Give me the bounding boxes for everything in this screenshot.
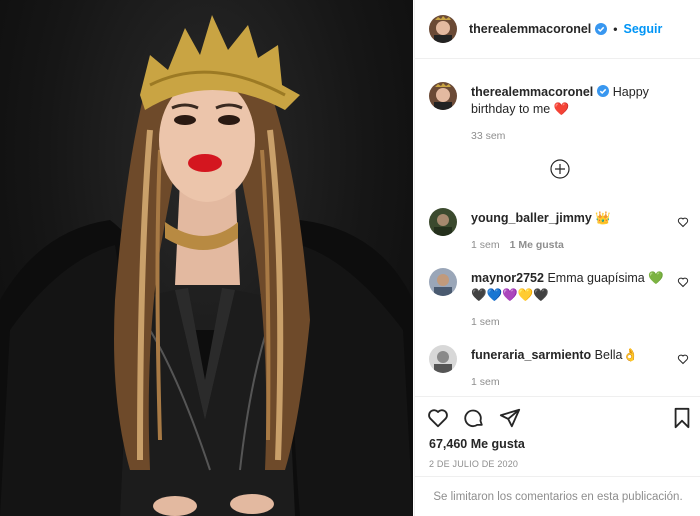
commenter-avatar[interactable]	[429, 345, 457, 373]
author-username[interactable]: therealemmacoronel	[469, 22, 591, 36]
verified-badge-icon	[597, 85, 610, 97]
comment-text: Bella👌	[594, 348, 639, 362]
comment-age[interactable]: 1 sem	[471, 376, 500, 388]
commenter-username[interactable]: young_baller_jimmy	[471, 211, 592, 225]
comments-limited-footer: Se limitaron los comentarios en esta pub…	[415, 476, 700, 516]
follow-button[interactable]: Seguir	[623, 22, 662, 36]
heart-emoji: ❤️	[553, 102, 570, 116]
author-avatar[interactable]	[429, 82, 457, 110]
post-photo[interactable]	[0, 0, 413, 516]
commenter-avatar[interactable]	[429, 268, 457, 296]
commenter-username[interactable]: maynor2752	[471, 271, 544, 285]
heart-icon[interactable]	[677, 276, 689, 288]
caption-age[interactable]: 33 sem	[471, 128, 671, 145]
commenter-avatar[interactable]	[429, 208, 457, 236]
comment-age[interactable]: 1 sem	[471, 316, 500, 328]
heart-icon[interactable]	[677, 216, 689, 228]
comment-icon[interactable]	[463, 407, 485, 429]
separator-dot: •	[613, 22, 618, 36]
comments-limited-text: Se limitaron los comentarios en esta pub…	[433, 490, 683, 503]
post-header: therealemmacoronel • Seguir	[415, 0, 700, 59]
post-date[interactable]: 2 DE JULIO DE 2020	[429, 459, 518, 469]
heart-icon[interactable]	[677, 353, 689, 365]
post-side-panel: therealemmacoronel • Seguir therealemmac…	[414, 0, 700, 516]
heart-icon[interactable]	[427, 407, 449, 429]
bookmark-icon[interactable]	[671, 407, 693, 429]
comments-section: therealemmacoronel Happy birthday to me …	[415, 60, 700, 395]
share-icon[interactable]	[499, 407, 521, 429]
author-avatar[interactable]	[429, 15, 457, 43]
comment-likes[interactable]: 1 Me gusta	[510, 239, 564, 251]
add-circle-icon[interactable]	[550, 159, 570, 179]
likes-count[interactable]: 67,460 Me gusta	[429, 437, 525, 451]
caption-username[interactable]: therealemmacoronel	[471, 85, 593, 99]
verified-badge-icon	[595, 23, 608, 35]
woman-portrait-image	[0, 15, 413, 516]
action-bar: 67,460 Me gusta 2 DE JULIO DE 2020	[415, 396, 700, 476]
comment-age[interactable]: 1 sem	[471, 239, 500, 251]
comment-text: 👑	[595, 211, 611, 225]
commenter-username[interactable]: funeraria_sarmiento	[471, 348, 591, 362]
